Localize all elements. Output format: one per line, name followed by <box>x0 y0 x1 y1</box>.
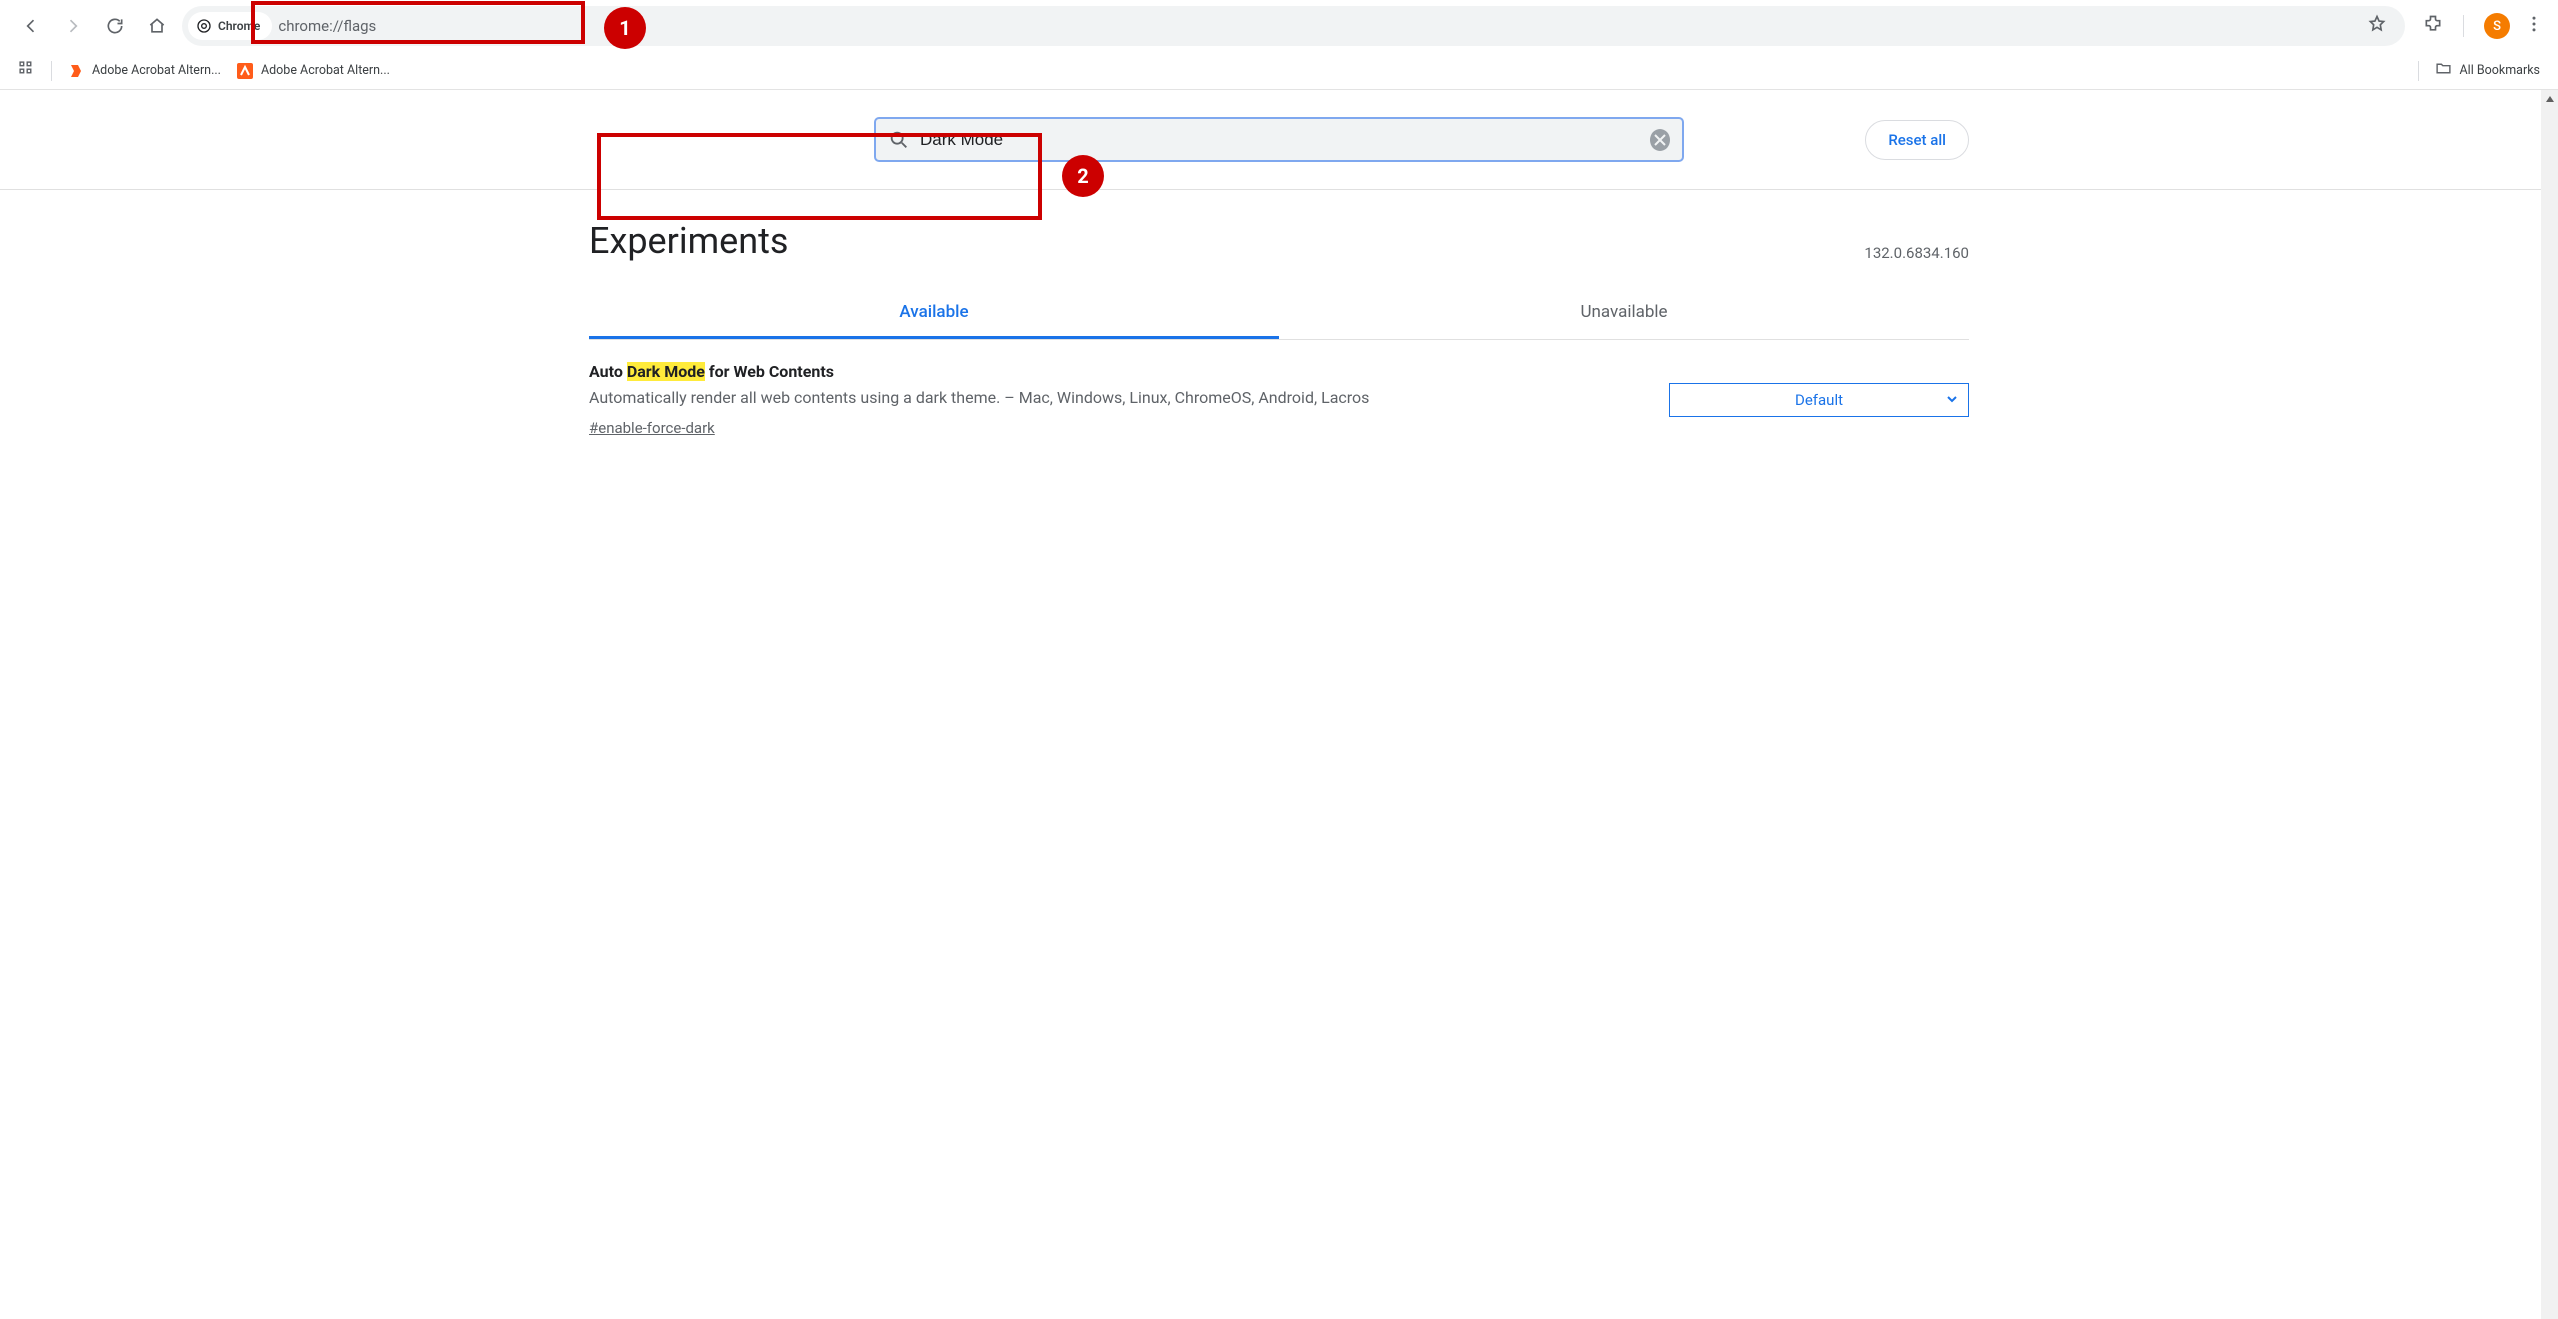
tab-available[interactable]: Available <box>589 288 1279 339</box>
flag-description: Automatically render all web contents us… <box>589 387 1619 409</box>
kebab-menu-button[interactable] <box>2524 14 2544 38</box>
bookmark-label: Adobe Acrobat Altern... <box>92 63 221 78</box>
search-input[interactable] <box>920 130 1640 150</box>
bookmark-label: Adobe Acrobat Altern... <box>261 63 390 78</box>
home-icon <box>147 16 167 36</box>
bookmark-favicon-1 <box>68 63 84 79</box>
flag-text-block: Auto Dark Mode for Web Contents Automati… <box>589 362 1629 437</box>
reset-all-label: Reset all <box>1888 131 1946 149</box>
apps-button[interactable] <box>18 60 35 81</box>
address-bar[interactable]: Chrome chrome://flags <box>182 6 2405 46</box>
extensions-button[interactable] <box>2423 14 2443 38</box>
triangle-up-icon <box>2545 94 2555 104</box>
puzzle-icon <box>2423 14 2443 34</box>
site-chip[interactable]: Chrome <box>188 12 272 40</box>
search-icon <box>888 129 910 151</box>
address-bar-container: Chrome chrome://flags <box>182 6 2405 46</box>
reset-all-button[interactable]: Reset all <box>1865 120 1969 160</box>
profile-avatar[interactable]: S <box>2484 13 2510 39</box>
bookmark-item-2[interactable]: Adobe Acrobat Altern... <box>237 63 390 79</box>
flags-body: Experiments 132.0.6834.160 Available Una… <box>589 190 1969 459</box>
tab-label: Available <box>899 302 968 322</box>
apps-grid-icon <box>18 60 35 77</box>
chrome-icon <box>196 18 212 34</box>
scroll-up-button[interactable] <box>2541 90 2558 107</box>
vertical-scrollbar[interactable] <box>2541 90 2558 1319</box>
search-highlight: Dark Mode <box>627 362 705 381</box>
clear-search-button[interactable] <box>1650 129 1670 151</box>
flags-page: Reset all Experiments 132.0.6834.160 Ava… <box>0 90 2558 1319</box>
bookmark-star-button[interactable] <box>2367 14 2387 38</box>
bookmark-favicon-2 <box>237 63 253 79</box>
folder-icon <box>2435 60 2452 81</box>
all-bookmarks-label: All Bookmarks <box>2460 63 2541 78</box>
flag-select-wrap: Default <box>1669 362 1969 437</box>
back-button[interactable] <box>14 9 48 43</box>
experiments-header-row: Experiments 132.0.6834.160 <box>589 220 1969 262</box>
page-viewport: Reset all Experiments 132.0.6834.160 Ava… <box>0 90 2558 1319</box>
page-title: Experiments <box>589 220 788 262</box>
flag-state-select[interactable]: Default <box>1669 383 1969 417</box>
reload-icon <box>105 16 125 36</box>
bookmark-item-1[interactable]: Adobe Acrobat Altern... <box>68 63 221 79</box>
avatar-initial: S <box>2493 19 2501 34</box>
flags-tabs: Available Unavailable <box>589 288 1969 340</box>
tab-unavailable[interactable]: Unavailable <box>1279 288 1969 339</box>
dots-vertical-icon <box>2524 14 2544 34</box>
search-box[interactable] <box>874 117 1684 162</box>
tab-label: Unavailable <box>1580 302 1667 322</box>
site-chip-label: Chrome <box>218 19 260 33</box>
flag-item: Auto Dark Mode for Web Contents Automati… <box>589 340 1969 459</box>
home-button[interactable] <box>140 9 174 43</box>
arrow-right-icon <box>63 16 83 36</box>
arrow-left-icon <box>21 16 41 36</box>
search-container <box>874 117 1684 162</box>
flag-select-value: Default <box>1795 391 1843 409</box>
reload-button[interactable] <box>98 9 132 43</box>
chrome-version: 132.0.6834.160 <box>1864 244 1969 262</box>
all-bookmarks-button[interactable]: All Bookmarks <box>2435 60 2541 81</box>
flag-title: Auto Dark Mode for Web Contents <box>589 362 1629 381</box>
browser-toolbar: Chrome chrome://flags S <box>0 0 2558 52</box>
bookmarks-bar: Adobe Acrobat Altern... Adobe Acrobat Al… <box>0 52 2558 90</box>
separator <box>2463 15 2464 37</box>
url-text: chrome://flags <box>278 17 376 35</box>
star-icon <box>2367 14 2387 34</box>
toolbar-right-icons: S <box>2413 13 2544 39</box>
forward-button[interactable] <box>56 9 90 43</box>
chevron-down-icon <box>1946 391 1958 409</box>
close-icon <box>1654 134 1666 146</box>
flags-header: Reset all <box>0 90 2558 190</box>
separator <box>2418 61 2419 81</box>
separator <box>51 61 52 81</box>
flag-hash-link[interactable]: #enable-force-dark <box>589 419 715 437</box>
